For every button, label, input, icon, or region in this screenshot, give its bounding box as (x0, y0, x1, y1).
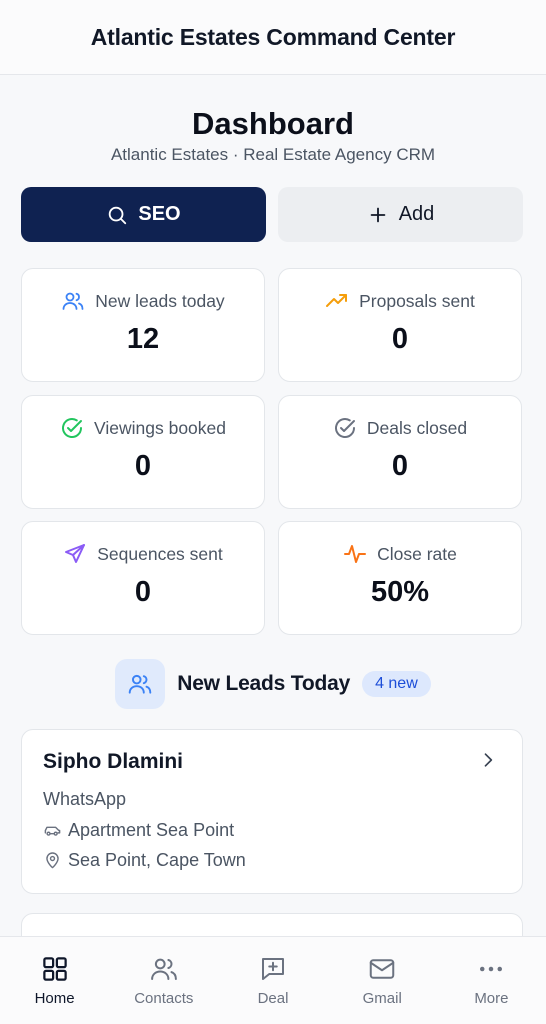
lead-location: Sea Point, Cape Town (43, 850, 246, 871)
home-grid-icon (42, 957, 67, 981)
activity-icon (344, 545, 367, 563)
stat-card-sequences[interactable]: Sequences sent 0 (21, 521, 265, 635)
app-title: Atlantic Estates Command Center (90, 23, 456, 50)
stat-card-deals-closed[interactable]: Deals closed 0 (278, 395, 522, 509)
stat-value: 0 (134, 576, 152, 608)
nav-item-more[interactable]: More (437, 937, 546, 1024)
new-count-badge: 4 new (362, 671, 431, 697)
lead-card[interactable]: Sipho Dlamini WhatsApp Apartment Sea Poi… (21, 729, 523, 894)
more-icon (480, 966, 503, 972)
stat-card-viewings[interactable]: Viewings booked 0 (21, 395, 265, 509)
seo-button[interactable]: SEO (21, 187, 266, 242)
map-pin-icon (46, 852, 59, 869)
car-icon (44, 826, 61, 836)
section-title: New Leads Today (177, 672, 351, 695)
stat-label: Viewings booked (94, 417, 226, 438)
mail-icon (369, 959, 395, 979)
nav-item-gmail[interactable]: Gmail (328, 937, 437, 1024)
lead-source: WhatsApp (43, 789, 127, 809)
lead-name: Sipho Dlamini (43, 750, 184, 773)
message-plus-icon (262, 958, 284, 980)
check-circle-icon (334, 418, 355, 438)
stat-value: 0 (391, 450, 409, 482)
seo-button-label: SEO (138, 203, 181, 225)
trending-up-icon (326, 294, 348, 307)
nav-label: Gmail (362, 990, 402, 1007)
users-icon (150, 958, 177, 980)
stat-label: Sequences sent (97, 543, 223, 564)
nav-label: Deal (257, 990, 289, 1007)
nav-item-deal[interactable]: Deal (218, 937, 327, 1024)
chevron-right-icon[interactable] (478, 750, 498, 770)
nav-label: Home (34, 990, 75, 1007)
users-icon (62, 292, 84, 310)
send-icon (65, 544, 86, 563)
stat-label: New leads today (95, 290, 225, 311)
check-circle-icon (62, 418, 82, 438)
add-button[interactable]: Add (278, 187, 523, 242)
stat-card-new-leads[interactable]: New leads today 12 (21, 268, 265, 382)
users-icon (128, 674, 152, 694)
stat-label: Close rate (377, 543, 457, 564)
nav-item-contacts[interactable]: Contacts (109, 937, 218, 1024)
lead-property-text: Apartment Sea Point (68, 820, 235, 840)
bottom-nav: Home Contacts Deal Gmail More (0, 936, 546, 1024)
page-title: Dashboard (192, 106, 354, 141)
stat-label: Deals closed (366, 417, 468, 438)
lead-property: Apartment Sea Point (43, 820, 234, 841)
nav-label: More (474, 990, 509, 1007)
stat-value: 0 (134, 450, 152, 482)
stat-card-close-rate[interactable]: Close rate 50% (278, 521, 522, 635)
section-icon-box (115, 659, 166, 709)
stat-value: 0 (391, 323, 409, 355)
app-header: Atlantic Estates Command Center (0, 0, 546, 75)
nav-item-home[interactable]: Home (0, 937, 109, 1024)
add-button-label: Add (398, 203, 435, 225)
page-heading: Dashboard Atlantic Estates · Real Estate… (0, 104, 546, 166)
stat-value: 12 (126, 323, 160, 355)
plus-icon (370, 207, 386, 222)
stat-card-proposals[interactable]: Proposals sent 0 (278, 268, 522, 382)
lead-location-text: Sea Point, Cape Town (68, 850, 246, 870)
page-subtitle: Atlantic Estates · Real Estate Agency CR… (110, 145, 436, 164)
stat-label: Proposals sent (359, 290, 475, 311)
nav-label: Contacts (134, 990, 194, 1007)
search-icon (109, 206, 127, 224)
new-leads-section-header: New Leads Today 4 new (0, 659, 546, 709)
stat-value: 50% (370, 576, 430, 608)
